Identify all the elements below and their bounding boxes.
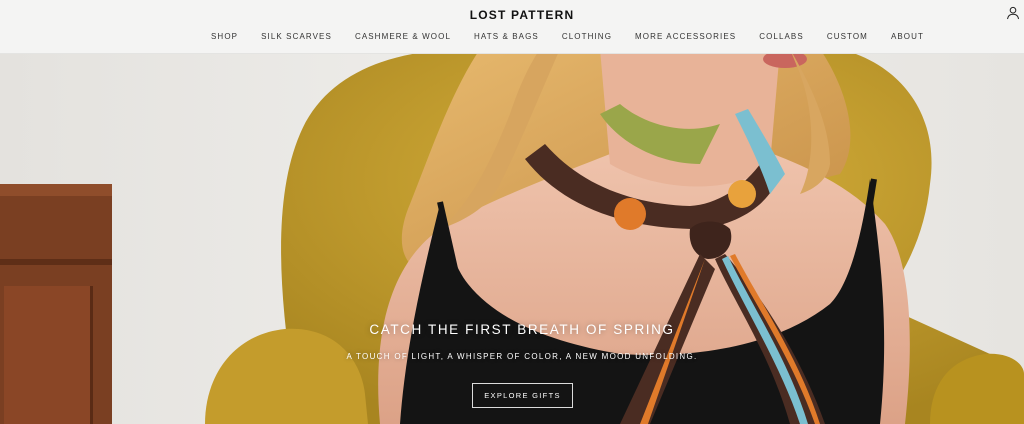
hero-title: CATCH THE FIRST BREATH OF SPRING	[369, 322, 675, 337]
nav-item-silk-scarves[interactable]: SILK SCARVES	[261, 32, 332, 41]
nav-item-about[interactable]: ABOUT	[891, 32, 924, 41]
nav-item-more-accessories[interactable]: MORE ACCESSORIES	[635, 32, 736, 41]
main-nav: SHOP SILK SCARVES CASHMERE & WOOL HATS &…	[211, 32, 924, 41]
hero-subtitle: A TOUCH OF LIGHT, A WHISPER OF COLOR, A …	[346, 352, 698, 361]
hero-banner: CATCH THE FIRST BREATH OF SPRING A TOUCH…	[0, 54, 1024, 424]
hero-copy: CATCH THE FIRST BREATH OF SPRING A TOUCH…	[0, 54, 1024, 424]
site-header: LOST PATTERN SHOP SILK SCARVES CASHMERE …	[0, 0, 1024, 54]
explore-gifts-button[interactable]: EXPLORE GIFTS	[472, 383, 573, 408]
nav-item-cashmere-wool[interactable]: CASHMERE & WOOL	[355, 32, 451, 41]
brand-logo[interactable]: LOST PATTERN	[0, 8, 1024, 22]
nav-item-clothing[interactable]: CLOTHING	[562, 32, 612, 41]
nav-item-custom[interactable]: CUSTOM	[827, 32, 868, 41]
nav-item-shop[interactable]: SHOP	[211, 32, 238, 41]
user-icon[interactable]	[1006, 6, 1020, 20]
nav-item-collabs[interactable]: COLLABS	[759, 32, 804, 41]
nav-item-hats-bags[interactable]: HATS & BAGS	[474, 32, 539, 41]
